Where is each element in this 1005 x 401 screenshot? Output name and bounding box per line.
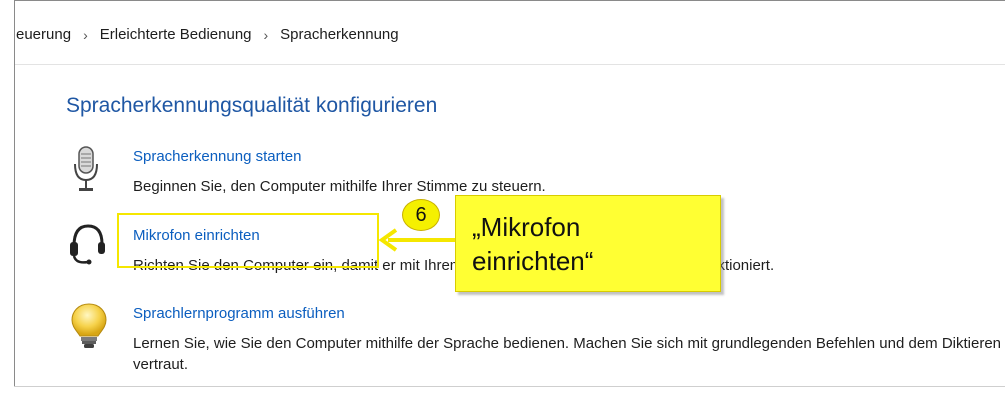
header-divider [15,64,1005,65]
highlight-box [117,213,379,268]
microphone-icon [74,146,98,191]
window-bottom-border [14,386,1005,387]
breadcrumb-item-erleichterte-bedienung[interactable]: Erleichterte Bedienung [100,26,252,43]
headset-icon [70,224,105,265]
breadcrumb-item-systemsteuerung[interactable]: euerung [16,26,71,43]
callout-box: „Mikrofon einrichten“ [455,195,721,292]
lightbulb-icon [71,303,107,348]
callout-text-line-1: „Mikrofon [472,212,581,242]
window-left-border [14,0,15,386]
window-top-border [14,0,1005,1]
breadcrumb-separator-icon: › [263,26,269,43]
breadcrumb-separator-icon: › [83,26,88,43]
description-sprachlernprogramm: Lernen Sie, wie Sie den Computer mithilf… [133,335,1002,373]
callout-text-line-2: einrichten“ [472,246,594,276]
page-title: Spracherkennungsqualität konfigurieren [66,94,438,117]
step-number-badge: 6 [402,199,440,231]
description-spracherkennung-starten: Beginnen Sie, den Computer mithilfe Ihre… [133,178,546,195]
link-sprachlernprogramm-ausfuehren[interactable]: Sprachlernprogramm ausführen [133,305,345,322]
breadcrumb: euerung › Erleichterte Bedienung › Sprac… [16,26,399,43]
link-spracherkennung-starten[interactable]: Spracherkennung starten [133,148,301,165]
breadcrumb-item-spracherkennung[interactable]: Spracherkennung [280,26,398,43]
